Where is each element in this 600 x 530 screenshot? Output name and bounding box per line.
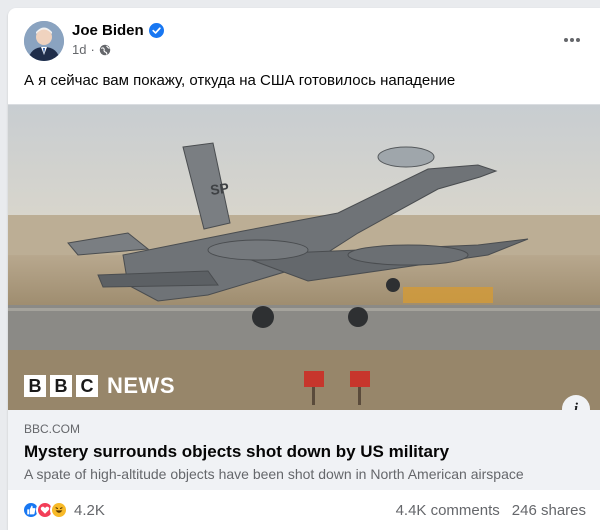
reactions-summary[interactable]: 4.2K bbox=[22, 501, 105, 519]
avatar[interactable] bbox=[24, 21, 64, 61]
meta-separator: · bbox=[90, 42, 95, 57]
more-options-icon[interactable] bbox=[558, 26, 586, 54]
author-name[interactable]: Joe Biden bbox=[72, 22, 144, 39]
post-text: А я сейчас вам покажу, откуда на США гот… bbox=[24, 72, 456, 89]
link-domain: BBC.COM bbox=[24, 422, 81, 436]
bbc-news-watermark: B B C NEWS bbox=[24, 373, 175, 399]
globe-icon[interactable] bbox=[99, 44, 111, 56]
author-row: Joe Biden bbox=[72, 22, 164, 39]
reactions-count: 4.2K bbox=[74, 501, 105, 519]
bbc-news-word: NEWS bbox=[107, 373, 175, 398]
engagement-stats: 4.4K comments 246 shares bbox=[396, 502, 586, 519]
link-description: A spate of high-altitude objects have be… bbox=[24, 466, 524, 482]
bbc-letter-b2: B bbox=[50, 375, 72, 397]
post-timestamp[interactable]: 1d bbox=[72, 42, 86, 57]
comments-count[interactable]: 4.4K comments bbox=[396, 502, 500, 519]
link-preview-image[interactable]: SP B B C NEWS i bbox=[8, 104, 600, 410]
post-meta: 1d · bbox=[72, 42, 111, 57]
shares-count[interactable]: 246 shares bbox=[512, 502, 586, 519]
link-title[interactable]: Mystery surrounds objects shot down by U… bbox=[24, 442, 584, 462]
post-header: Joe Biden 1d · bbox=[8, 8, 600, 68]
fighter-jet-image: SP bbox=[8, 105, 600, 410]
tail-code: SP bbox=[209, 180, 230, 198]
bbc-letter-c: C bbox=[76, 375, 98, 397]
haha-icon bbox=[50, 501, 68, 519]
post-card: Joe Biden 1d · А я сейчас вам покажу, от… bbox=[8, 8, 600, 530]
link-preview-meta[interactable]: BBC.COM Mystery surrounds objects shot d… bbox=[8, 410, 600, 490]
engagement-bar: 4.2K 4.4K comments 246 shares bbox=[8, 490, 600, 530]
bbc-letter-b1: B bbox=[24, 375, 46, 397]
verified-badge-icon bbox=[148, 23, 164, 38]
